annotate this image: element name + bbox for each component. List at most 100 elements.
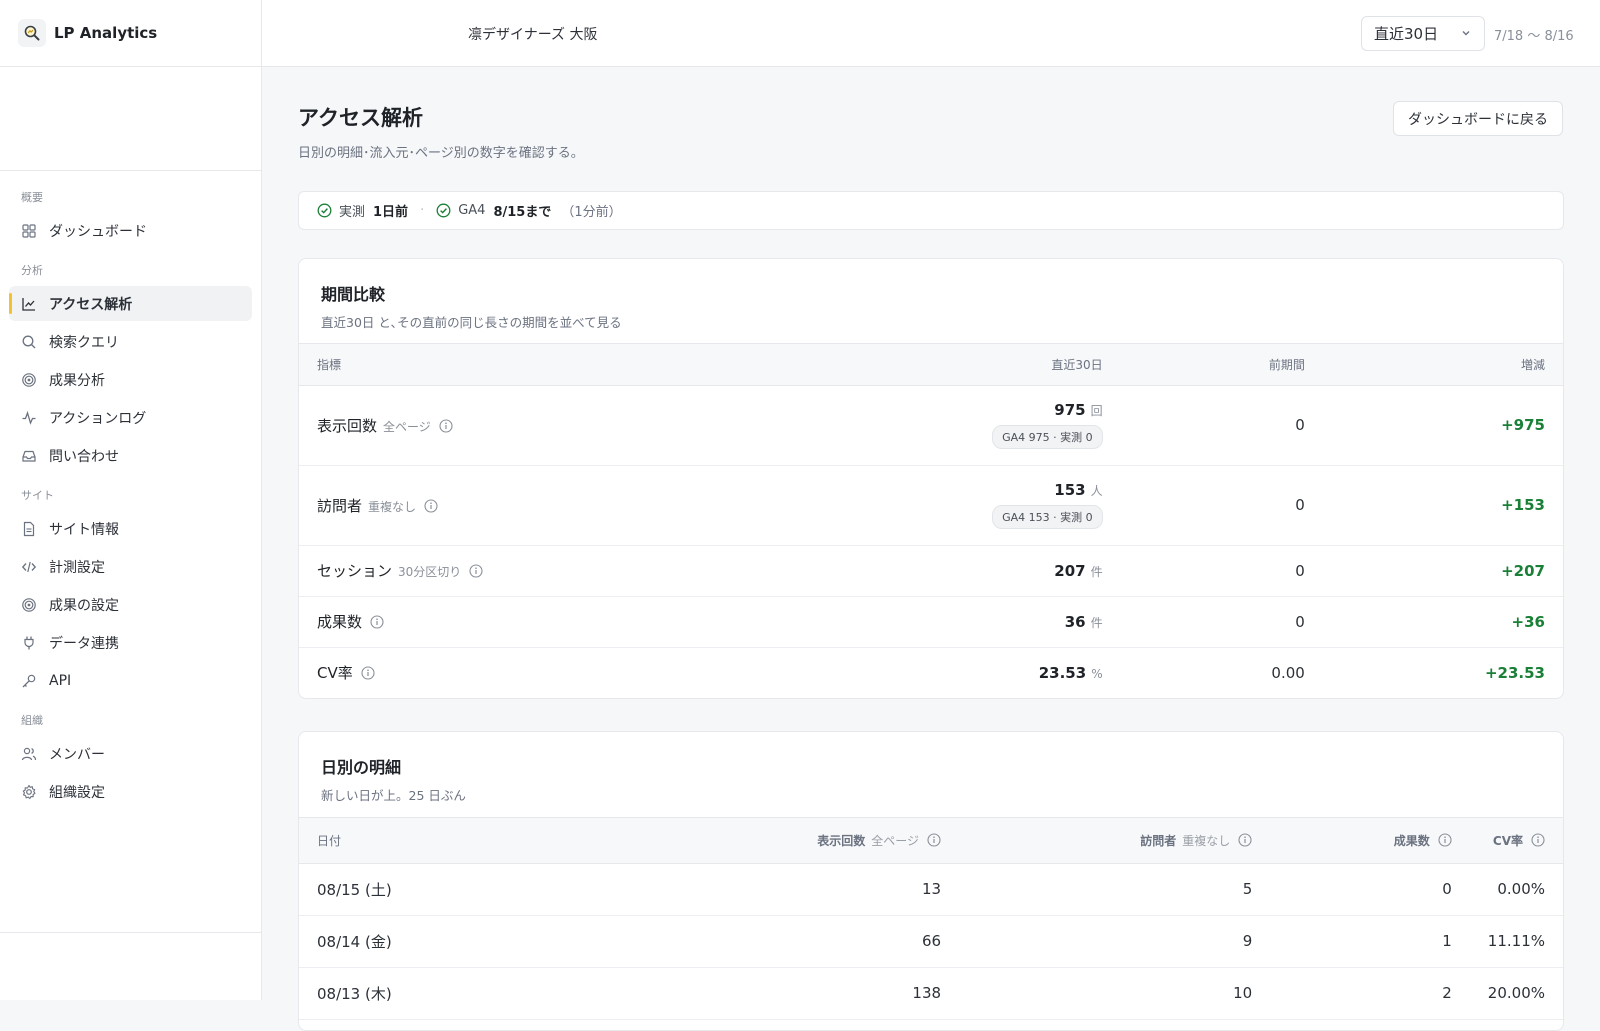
metric-name: 訪問者 bbox=[317, 496, 363, 515]
page-title: アクセス解析 bbox=[298, 106, 423, 130]
brand[interactable]: LP Analytics bbox=[0, 0, 261, 67]
info-icon[interactable] bbox=[424, 498, 438, 513]
sidebar-item[interactable]: アクションログ bbox=[9, 400, 252, 435]
metric-cell: CV率 bbox=[299, 647, 855, 698]
nav-group: サイトサイト情報計測設定成果の設定データ連携 API bbox=[9, 487, 252, 698]
table-row: 成果数 36 件 0 +36 bbox=[299, 596, 1563, 648]
gear-icon bbox=[20, 783, 38, 801]
nav-section-label: 組織 bbox=[21, 714, 43, 727]
table-row[interactable]: 08/14 (金) 66 9 1 11.11% bbox=[299, 915, 1563, 968]
daily-details-card: 日別の明細 新しい日が上。25 日ぶん 日付 表示回数 全ページ 訪問者 重複なし … bbox=[298, 731, 1564, 1031]
code-icon bbox=[20, 558, 38, 576]
value-unit: % bbox=[1091, 666, 1103, 681]
col-cvr[interactable]: CV率 bbox=[1469, 818, 1563, 864]
line-chart-icon bbox=[20, 295, 38, 313]
current-value: 36 bbox=[1064, 612, 1086, 631]
current-value: 207 bbox=[1054, 561, 1086, 580]
current-value-cell: 23.53% bbox=[855, 647, 1120, 698]
source-breakdown-badge: GA4 153 · 実測 0 bbox=[992, 505, 1103, 529]
col-date[interactable]: 日付 bbox=[299, 818, 648, 864]
sidebar-item[interactable]: 計測設定 bbox=[9, 549, 252, 584]
sidebar-nav: 概要 ダッシュボード 分析 アクセス解析 検索クエリ 成果分析 アクションログ 問い合わせ サイ… bbox=[0, 171, 261, 809]
status-separator: · bbox=[420, 203, 425, 218]
period-comparison-card: 期間比較 直近30日 と､その直前の同じ長さの期間を並べて見る 指標 直近30日… bbox=[298, 258, 1564, 699]
info-icon[interactable] bbox=[1238, 833, 1252, 847]
sidebar-item[interactable]: サイト情報 bbox=[9, 511, 252, 546]
metric-cell: 成果数 bbox=[299, 596, 856, 648]
metric-name: 成果数 bbox=[317, 613, 363, 631]
card-header: 期間比較 直近30日 と､その直前の同じ長さの期間を並べて見る bbox=[299, 259, 1563, 344]
info-icon[interactable] bbox=[927, 833, 941, 847]
sidebar-item-label: 成果の設定 bbox=[49, 597, 119, 614]
sidebar-footer-divider bbox=[0, 932, 262, 933]
sidebar: LP Analytics 概要 ダッシュボード 分析 アクセス解析 検索クエリ 成果分析ア… bbox=[0, 0, 262, 1000]
visitors-cell: 9 bbox=[959, 915, 1271, 968]
views-cell: 138 bbox=[647, 967, 960, 1020]
conversions-cell: 0 bbox=[1270, 863, 1470, 916]
nav-section-label: サイト bbox=[21, 489, 54, 502]
info-icon[interactable] bbox=[1438, 833, 1452, 847]
measured-label: 実測 bbox=[339, 205, 366, 220]
col-visitors[interactable]: 訪問者 重複なし bbox=[959, 818, 1271, 864]
value-unit: 件 bbox=[1090, 564, 1103, 579]
info-icon[interactable] bbox=[1531, 833, 1545, 847]
nav-section-label: 概要 bbox=[21, 191, 43, 204]
sidebar-org-area bbox=[0, 67, 261, 171]
sidebar-item[interactable]: 組織設定 bbox=[9, 774, 252, 809]
info-icon[interactable] bbox=[361, 666, 375, 680]
col-views[interactable]: 表示回数 全ページ bbox=[647, 818, 960, 864]
date-range-dates: 7/18 〜 8/16 bbox=[1494, 29, 1574, 44]
sidebar-item[interactable]: メンバー bbox=[9, 736, 252, 771]
org-name[interactable]: 凛デザイナーズ 大阪 bbox=[468, 24, 597, 44]
date-cell: 08/13 (木) bbox=[299, 967, 648, 1020]
info-icon[interactable] bbox=[370, 615, 384, 629]
sidebar-item[interactable]: API bbox=[9, 663, 252, 698]
table-row[interactable]: 08/13 (木) 138 10 2 20.00% bbox=[299, 967, 1563, 1020]
ga4-label: GA4 bbox=[458, 203, 486, 218]
sidebar-item-label: 検索クエリ bbox=[49, 334, 119, 351]
source-breakdown-badge: GA4 975 · 実測 0 bbox=[992, 425, 1103, 449]
sidebar-item[interactable]: 検索クエリ bbox=[9, 324, 252, 359]
nav-group: 概要ダッシュボード bbox=[9, 189, 252, 248]
views-cell: 66 bbox=[647, 915, 960, 968]
table-header-row: 指標 直近30日 前期間 増減 bbox=[299, 344, 1563, 386]
chevron-down-icon bbox=[1460, 25, 1472, 43]
back-to-dashboard-button[interactable]: ダッシュボードに戻る bbox=[1393, 101, 1563, 136]
metric-note: 重複なし bbox=[368, 499, 417, 514]
info-icon[interactable] bbox=[439, 418, 453, 433]
date-range-select[interactable]: 直近30日 bbox=[1361, 16, 1485, 51]
table-row[interactable]: 08/15 (土) 13 5 0 0.00% bbox=[299, 863, 1563, 916]
col-previous: 前期間 bbox=[1120, 344, 1323, 386]
info-icon[interactable] bbox=[469, 564, 483, 578]
document-icon bbox=[20, 520, 38, 538]
sidebar-item-label: アクセス解析 bbox=[49, 296, 133, 313]
check-circle-icon bbox=[436, 203, 451, 218]
visitors-cell: 5 bbox=[959, 863, 1271, 916]
sidebar-item-label: メンバー bbox=[49, 746, 105, 763]
delta-value: +36 bbox=[1322, 596, 1563, 648]
current-value-cell: 207 件 bbox=[855, 545, 1121, 597]
metric-note: 30分区切り bbox=[398, 565, 462, 579]
target-icon bbox=[20, 596, 38, 614]
sidebar-item[interactable]: 成果分析 bbox=[9, 362, 252, 397]
value-unit: 件 bbox=[1090, 615, 1103, 630]
delta-value: +207 bbox=[1322, 545, 1563, 597]
card-subtitle: 新しい日が上。25 日ぶん bbox=[321, 788, 466, 803]
col-metric: 指標 bbox=[299, 344, 856, 386]
sidebar-item[interactable]: アクセス解析 bbox=[9, 286, 252, 321]
daily-table: 日付 表示回数 全ページ 訪問者 重複なし 成果数 CV率 08/15 (土) 13 5… bbox=[299, 818, 1563, 1020]
sidebar-item[interactable]: 成果の設定 bbox=[9, 587, 252, 622]
sidebar-item[interactable]: ダッシュボード bbox=[9, 213, 252, 248]
target-icon bbox=[20, 371, 38, 389]
value-unit: 人 bbox=[1090, 484, 1103, 498]
nav-group: 組織メンバー組織設定 bbox=[9, 712, 252, 809]
metric-cell: セッション 30分区切り bbox=[299, 545, 856, 597]
sidebar-item-label: 計測設定 bbox=[49, 559, 105, 576]
metric-cell: 表示回数 全ページ bbox=[299, 385, 856, 466]
col-conversions[interactable]: 成果数 bbox=[1270, 818, 1470, 864]
magnifier-chart-logo-icon bbox=[18, 19, 46, 47]
sidebar-item[interactable]: データ連携 bbox=[9, 625, 252, 660]
sidebar-item[interactable]: 問い合わせ bbox=[9, 438, 252, 473]
visitors-cell: 10 bbox=[959, 967, 1271, 1020]
sidebar-item-label: API bbox=[49, 672, 72, 689]
